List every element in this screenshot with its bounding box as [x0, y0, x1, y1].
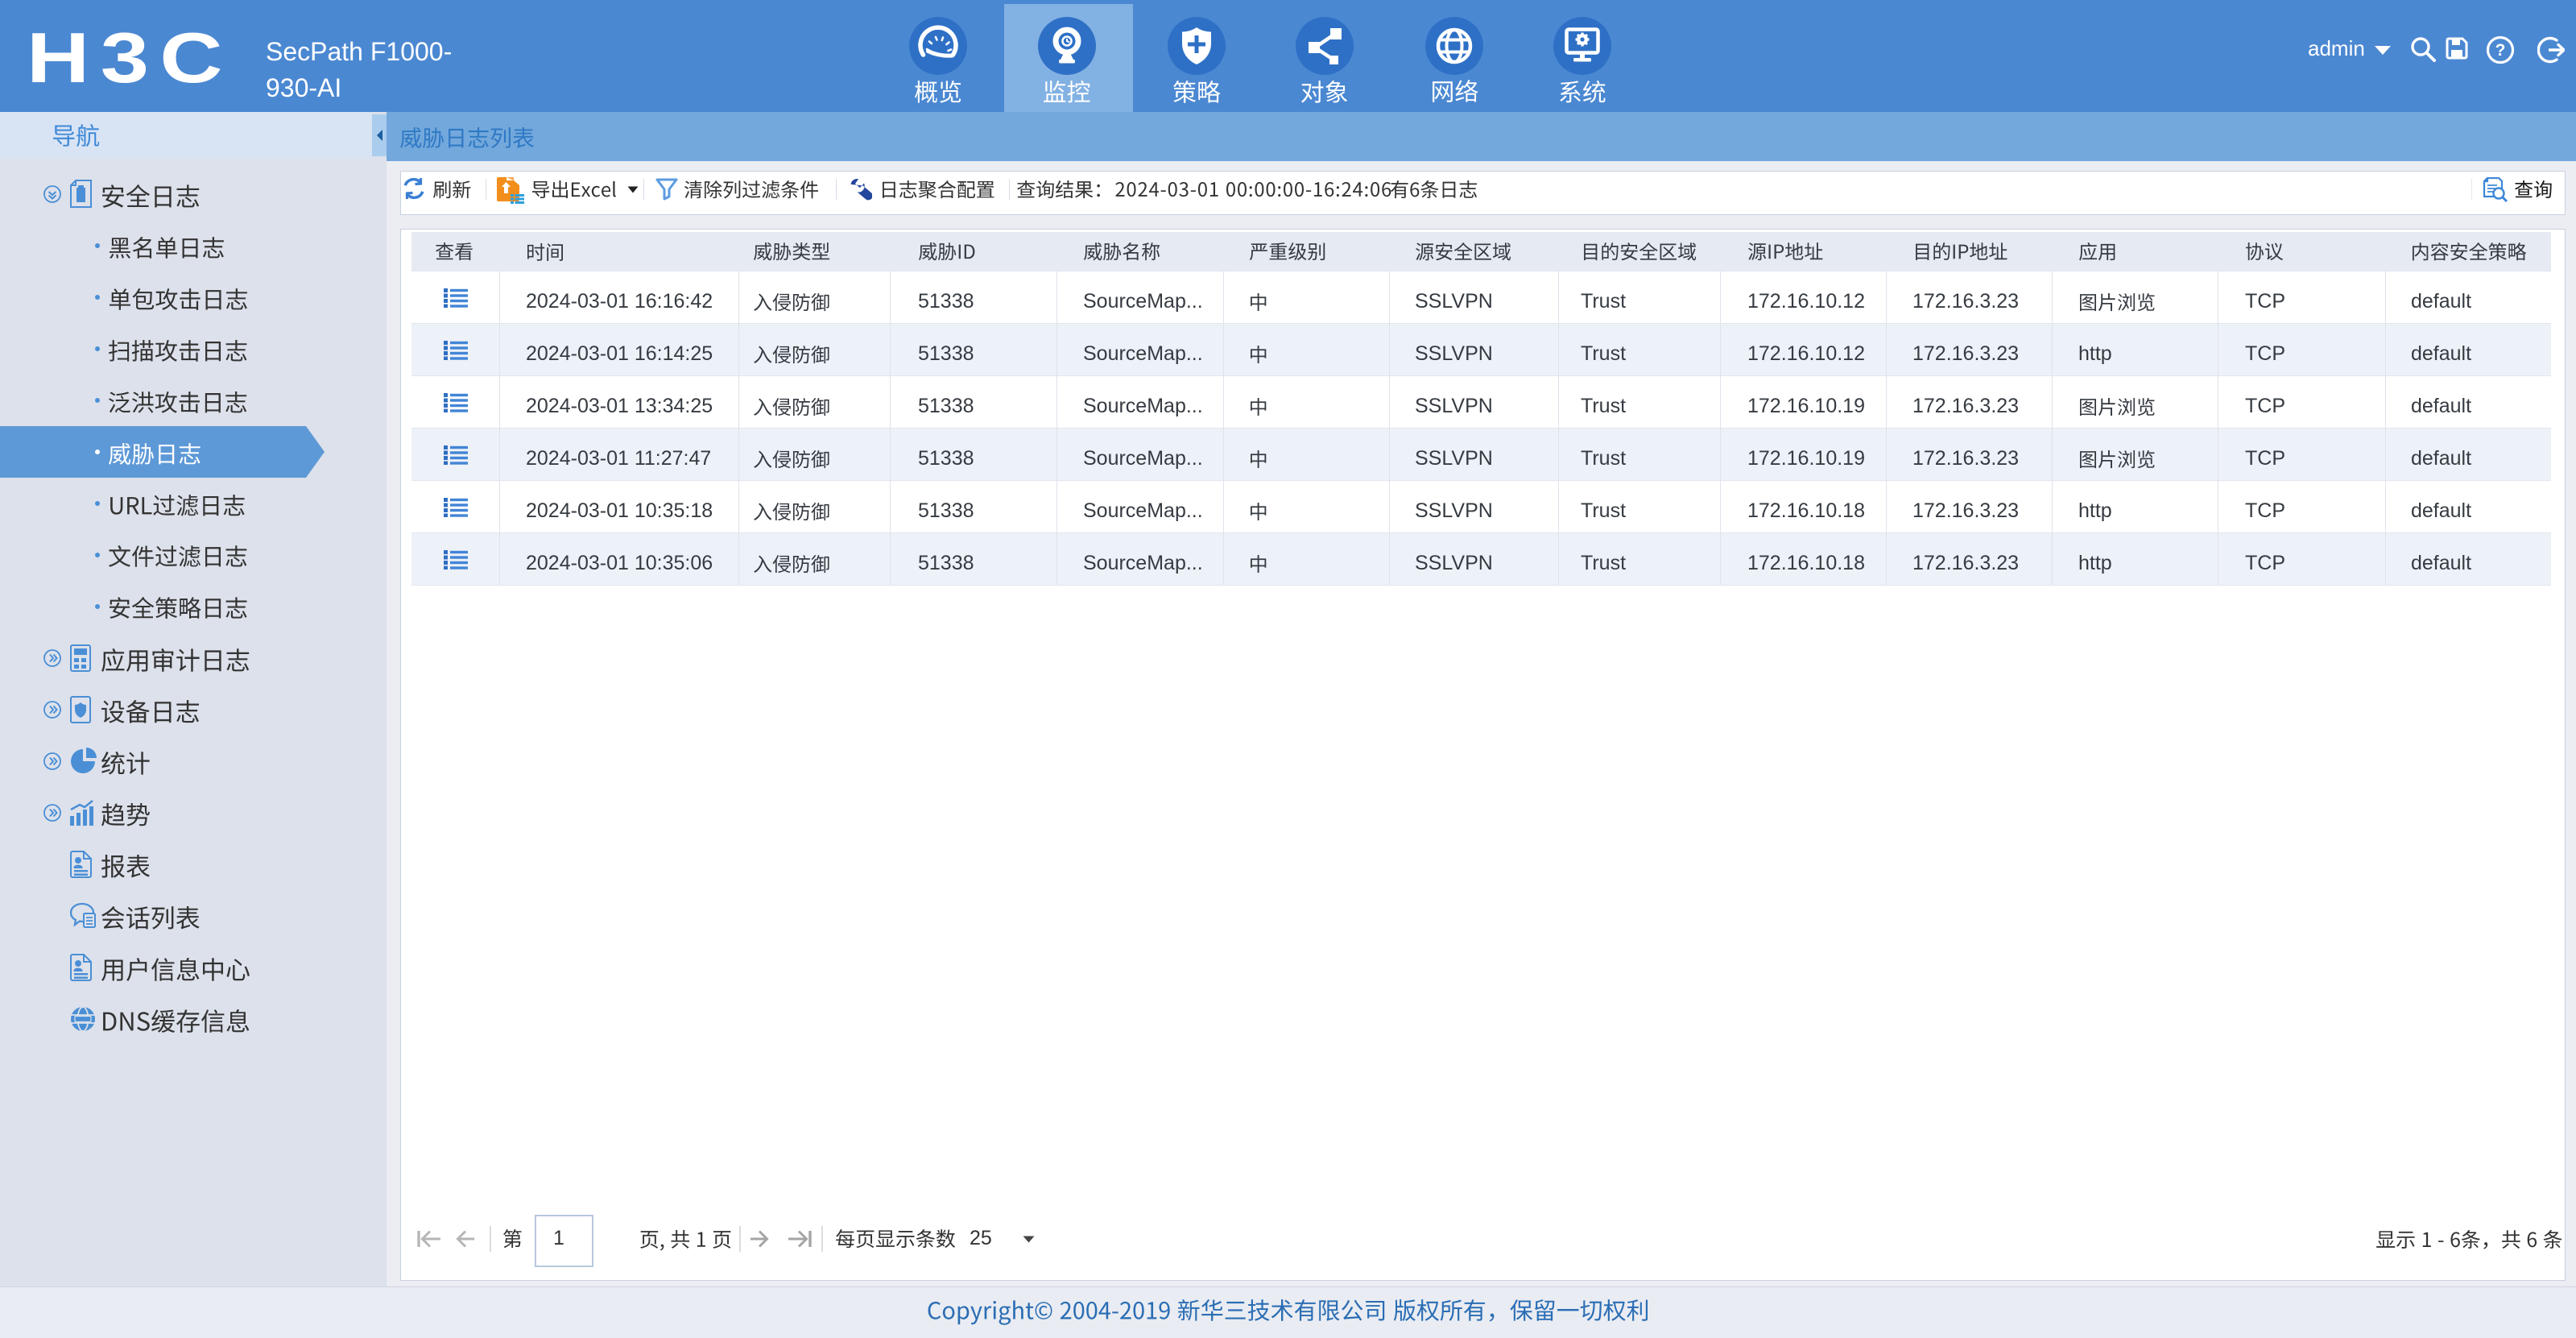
svg-text:?: ? [2495, 41, 2506, 60]
